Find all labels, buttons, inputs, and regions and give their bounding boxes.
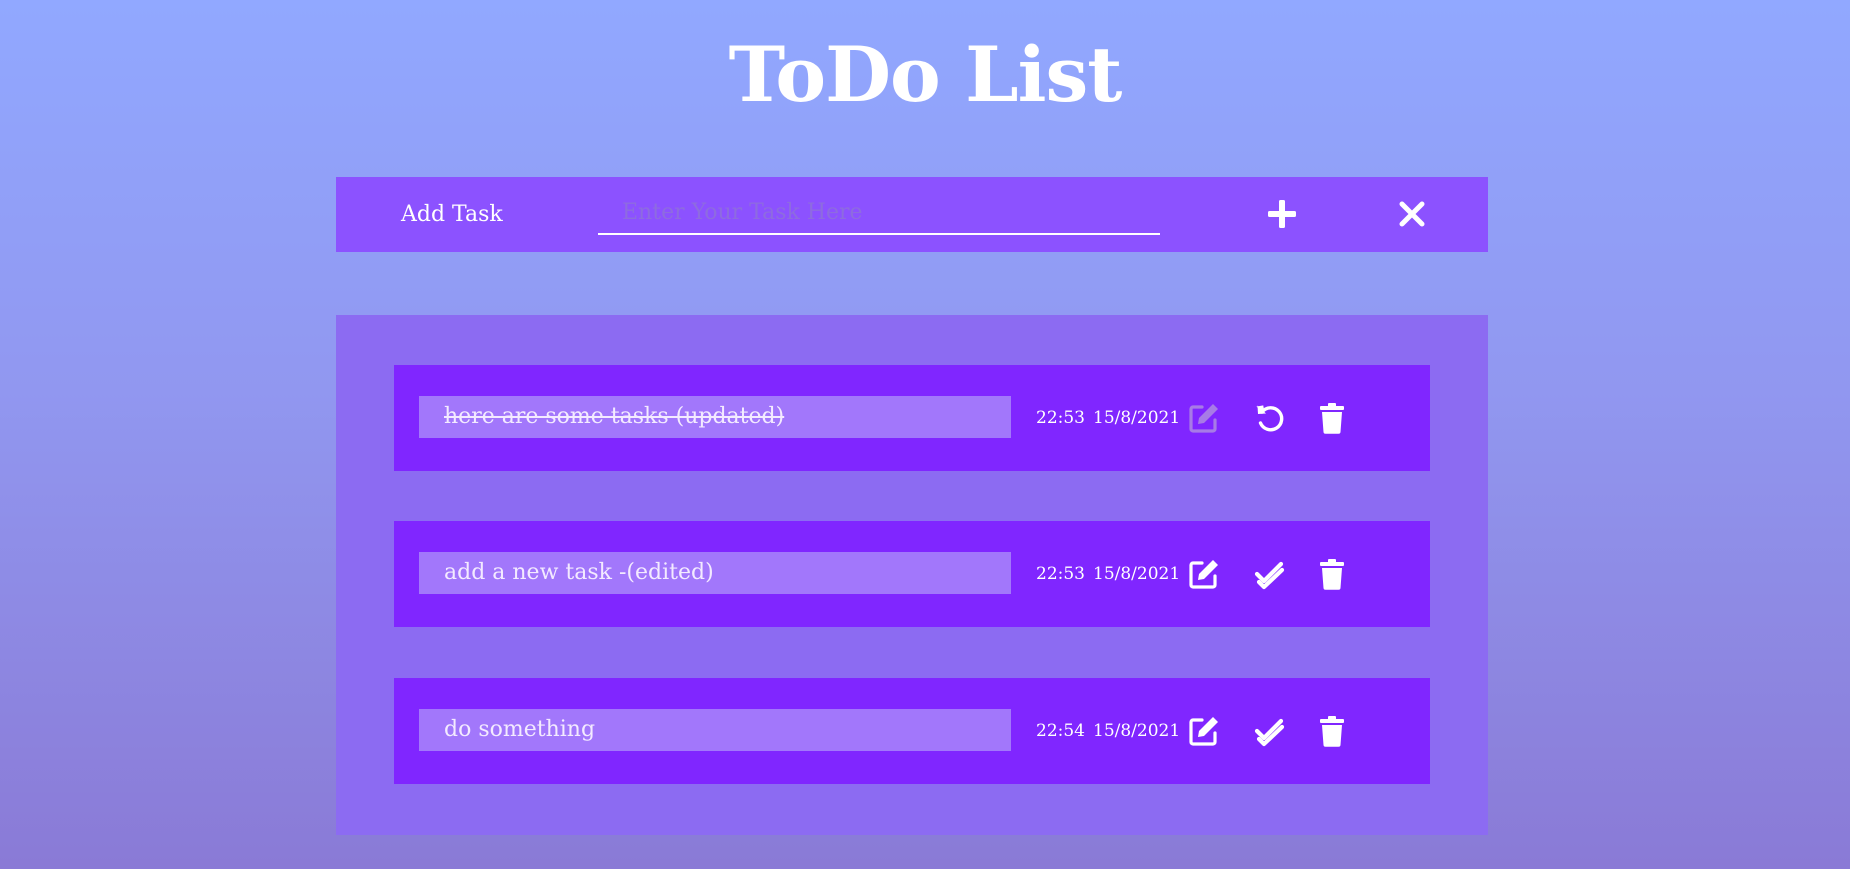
- delete-task-button[interactable]: [1314, 400, 1350, 436]
- edit-task-button[interactable]: [1186, 713, 1222, 749]
- edit-task-button[interactable]: [1186, 556, 1222, 592]
- edit-icon: [1189, 717, 1218, 746]
- task-text: here are some tasks (updated): [419, 396, 1011, 438]
- task-item: here are some tasks (updated) 22:53 15/8/…: [394, 365, 1430, 471]
- close-icon: [1399, 201, 1425, 227]
- task-item: add a new task -(edited) 22:53 15/8/2021: [394, 521, 1430, 627]
- trash-icon: [1320, 403, 1344, 434]
- task-time: 22:54: [1036, 721, 1085, 741]
- task-timestamp: 22:53 15/8/2021: [1036, 365, 1180, 471]
- add-task-button[interactable]: [1262, 194, 1302, 234]
- edit-icon: [1189, 560, 1218, 589]
- delete-task-button[interactable]: [1314, 713, 1350, 749]
- double-check-icon: [1254, 718, 1285, 747]
- complete-task-button[interactable]: [1252, 556, 1288, 592]
- add-task-bar: Add Task: [336, 177, 1488, 252]
- task-timestamp: 22:53 15/8/2021: [1036, 521, 1180, 627]
- delete-task-button[interactable]: [1314, 556, 1350, 592]
- task-date: 15/8/2021: [1093, 564, 1181, 584]
- trash-icon: [1320, 559, 1344, 590]
- trash-icon: [1320, 716, 1344, 747]
- undo-icon: [1256, 405, 1284, 432]
- edit-icon: [1189, 404, 1218, 433]
- clear-input-button[interactable]: [1392, 194, 1432, 234]
- task-timestamp: 22:54 15/8/2021: [1036, 678, 1180, 784]
- plus-icon: [1268, 200, 1296, 228]
- task-time: 22:53: [1036, 408, 1085, 428]
- double-check-icon: [1254, 561, 1285, 590]
- add-task-label: Add Task: [401, 202, 503, 227]
- task-text: do something: [419, 709, 1011, 751]
- task-date: 15/8/2021: [1093, 721, 1181, 741]
- complete-task-button[interactable]: [1252, 713, 1288, 749]
- task-input[interactable]: [598, 191, 1160, 235]
- task-list: here are some tasks (updated) 22:53 15/8/…: [336, 315, 1488, 835]
- edit-task-button[interactable]: [1186, 400, 1222, 436]
- task-date: 15/8/2021: [1093, 408, 1181, 428]
- undo-task-button[interactable]: [1252, 400, 1288, 436]
- page-title: ToDo List: [728, 30, 1123, 119]
- task-text: add a new task -(edited): [419, 552, 1011, 594]
- task-item: do something 22:54 15/8/2021: [394, 678, 1430, 784]
- task-time: 22:53: [1036, 564, 1085, 584]
